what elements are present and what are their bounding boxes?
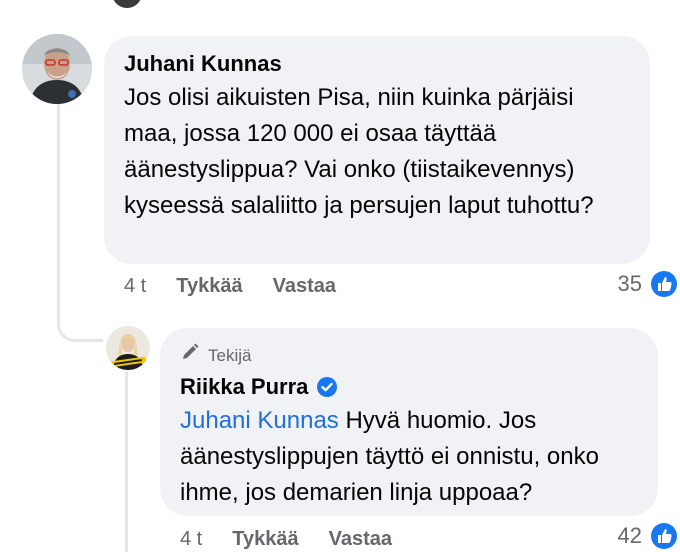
reply-text: Juhani Kunnas Hyvä huomio. Jos äänestysl… — [180, 403, 638, 511]
pen-icon — [180, 342, 200, 369]
reply-like-button[interactable]: Tykkää — [232, 528, 298, 551]
comment-bubble: Juhani Kunnas Jos olisi aikuisten Pisa, … — [104, 36, 650, 264]
reply-thread-connector — [125, 372, 128, 552]
verified-check-icon — [316, 376, 338, 398]
author-badge-label: Tekijä — [208, 345, 252, 365]
avatar-juhani[interactable] — [22, 34, 92, 104]
author-badge: Tekijä — [180, 342, 638, 369]
comment-like-button[interactable]: Tykkää — [176, 275, 242, 298]
reply-timestamp[interactable]: 4 t — [180, 528, 202, 551]
reply-actions: 4 t Tykkää Vastaa — [180, 528, 422, 551]
previous-avatar — [112, 0, 142, 8]
reply-reaction-count: 42 — [617, 523, 642, 548]
like-thumb-icon — [650, 522, 678, 550]
reply-reply-button[interactable]: Vastaa — [329, 528, 392, 551]
comment-timestamp[interactable]: 4 t — [124, 275, 146, 298]
thread-connector-curve — [57, 296, 103, 342]
comment-reactions[interactable]: 35 — [618, 270, 678, 298]
thread-connector — [57, 100, 60, 320]
reply-author[interactable]: Riikka Purra — [180, 373, 308, 401]
comment-thread: Juhani Kunnas Jos olisi aikuisten Pisa, … — [0, 0, 680, 552]
reply-mention-link[interactable]: Juhani Kunnas — [180, 407, 339, 434]
comment-author[interactable]: Juhani Kunnas — [124, 50, 282, 78]
comment-actions: 4 t Tykkää Vastaa — [124, 275, 366, 298]
reply-reactions[interactable]: 42 — [618, 522, 678, 550]
avatar-riikka[interactable] — [106, 326, 150, 370]
reply-bubble: Tekijä Riikka Purra Juhani Kunnas Hyvä h… — [160, 328, 658, 516]
comment-reply-button[interactable]: Vastaa — [273, 275, 336, 298]
comment-reaction-count: 35 — [617, 271, 642, 296]
comment-text: Jos olisi aikuisten Pisa, niin kuinka pä… — [124, 84, 594, 219]
like-thumb-icon — [650, 270, 678, 298]
